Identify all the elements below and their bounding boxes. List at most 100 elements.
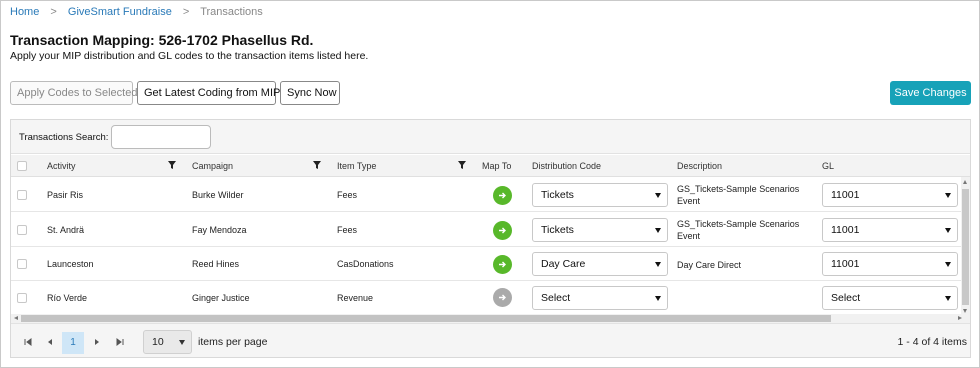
chevron-down-icon [945,296,951,301]
next-page-icon [95,339,99,345]
cell-description: Day Care Direct [677,260,742,270]
breadcrumb-separator: > [50,6,57,18]
map-to-button[interactable] [493,255,512,274]
scroll-left-arrow-icon[interactable] [14,316,18,320]
chevron-down-icon [655,228,661,233]
page-title: Transaction Mapping: 526-1702 Phasellus … [10,32,314,48]
first-page-icon [24,338,32,346]
distribution-code-value: Tickets [541,189,574,201]
row-checkbox[interactable] [17,259,27,269]
sync-now-button[interactable]: Sync Now [280,81,340,105]
search-label: Transactions Search: [19,132,109,143]
gl-select[interactable]: 11001 [822,252,958,276]
column-header-gl[interactable]: GL [822,161,834,171]
gl-value: Select [831,292,861,304]
cell-campaign: Fay Mendoza [192,225,247,235]
chevron-down-icon [945,193,951,198]
apply-codes-button[interactable]: Apply Codes to Selected [10,81,137,105]
table-row[interactable]: St. Andrä Fay Mendoza Fees Tickets GS_Ti… [11,213,961,247]
filter-icon[interactable] [167,160,177,170]
table-row[interactable]: Launceston Reed Hines CasDonations Day C… [11,248,961,281]
map-to-button[interactable] [493,186,512,205]
next-page-button[interactable] [86,332,108,354]
gl-value: 11001 [831,189,860,201]
row-checkbox[interactable] [17,293,27,303]
chevron-down-icon [945,262,951,267]
chevron-down-icon [655,193,661,198]
breadcrumb-home[interactable]: Home [10,6,39,18]
column-header-item-type[interactable]: Item Type [337,161,376,171]
arrow-right-icon [499,294,506,301]
cell-activity: Río Verde [47,293,88,303]
pager: 1 10 items per page 1 - 4 of 4 items [11,323,970,357]
gl-select[interactable]: 11001 [822,218,958,242]
distribution-code-select[interactable]: Tickets [532,183,668,207]
grid-toolbar: Transactions Search: [11,120,970,154]
gl-value: 11001 [831,258,860,270]
cell-activity: Pasir Ris [47,190,84,200]
items-per-page-select[interactable]: 10 [143,330,192,354]
distribution-code-value: Tickets [541,224,574,236]
column-header-activity[interactable]: Activity [47,161,76,171]
distribution-code-select[interactable]: Day Care [532,252,668,276]
vertical-scroll-thumb[interactable] [962,189,969,305]
cell-activity: Launceston [47,259,94,269]
save-changes-button[interactable]: Save Changes [890,81,971,105]
breadcrumb-app[interactable]: GiveSmart Fundraise [68,6,172,18]
map-to-button[interactable] [493,288,512,307]
transactions-search-input[interactable] [111,125,211,149]
map-to-button[interactable] [493,221,512,240]
breadcrumb-current: Transactions [200,6,263,18]
page-number-button[interactable]: 1 [62,332,84,354]
filter-icon[interactable] [457,160,467,170]
page-subtitle: Apply your MIP distribution and GL codes… [10,50,369,62]
chevron-down-icon [655,262,661,267]
cell-campaign: Reed Hines [192,259,240,269]
chevron-down-icon [655,296,661,301]
cell-activity: St. Andrä [47,225,85,235]
gl-select[interactable]: 11001 [822,183,958,207]
row-checkbox[interactable] [17,190,27,200]
cell-item-type: Fees [337,225,358,235]
cell-item-type: Revenue [337,293,374,303]
table-row[interactable]: Pasir Ris Burke Wilder Fees Tickets GS_T… [11,178,961,212]
last-page-button[interactable] [109,332,131,354]
column-header-map-to[interactable]: Map To [482,161,511,171]
cell-campaign: Ginger Justice [192,293,250,303]
chevron-down-icon [179,340,185,345]
horizontal-scroll-thumb[interactable] [21,315,831,322]
get-latest-coding-button[interactable]: Get Latest Coding from MIP [137,81,280,105]
items-per-page-label: items per page [198,336,268,348]
row-checkbox[interactable] [17,225,27,235]
cell-description: GS_Tickets-Sample Scenarios Event [677,219,800,241]
app-window: Home > GiveSmart Fundraise > Transaction… [0,0,980,368]
cell-campaign: Burke Wilder [192,190,244,200]
cell-item-type: CasDonations [337,259,394,269]
column-header-distribution-code[interactable]: Distribution Code [532,161,601,171]
last-page-icon [116,338,124,346]
previous-page-button[interactable] [39,332,61,354]
first-page-button[interactable] [17,332,39,354]
gl-select[interactable]: Select [822,286,958,310]
distribution-code-select[interactable]: Select [532,286,668,310]
chevron-down-icon [945,228,951,233]
scroll-right-arrow-icon[interactable] [958,316,962,320]
column-header-description[interactable]: Description [677,161,722,171]
select-all-checkbox[interactable] [17,161,27,171]
distribution-code-select[interactable]: Tickets [532,218,668,242]
distribution-code-value: Day Care [541,258,586,270]
scroll-up-arrow-icon[interactable] [963,180,967,184]
column-header-campaign[interactable]: Campaign [192,161,233,171]
vertical-scrollbar[interactable] [961,177,970,317]
breadcrumb-separator: > [182,6,190,18]
cell-item-type: Fees [337,190,358,200]
scroll-down-arrow-icon[interactable] [963,309,967,313]
arrow-right-icon [499,261,506,268]
cell-description: GS_Tickets-Sample Scenarios Event [677,184,800,206]
gl-value: 11001 [831,224,860,236]
filter-icon[interactable] [312,160,322,170]
items-per-page-value: 10 [152,336,164,348]
horizontal-scrollbar[interactable] [11,314,970,323]
arrow-right-icon [499,192,506,199]
table-row[interactable]: Río Verde Ginger Justice Revenue Select … [11,282,961,314]
